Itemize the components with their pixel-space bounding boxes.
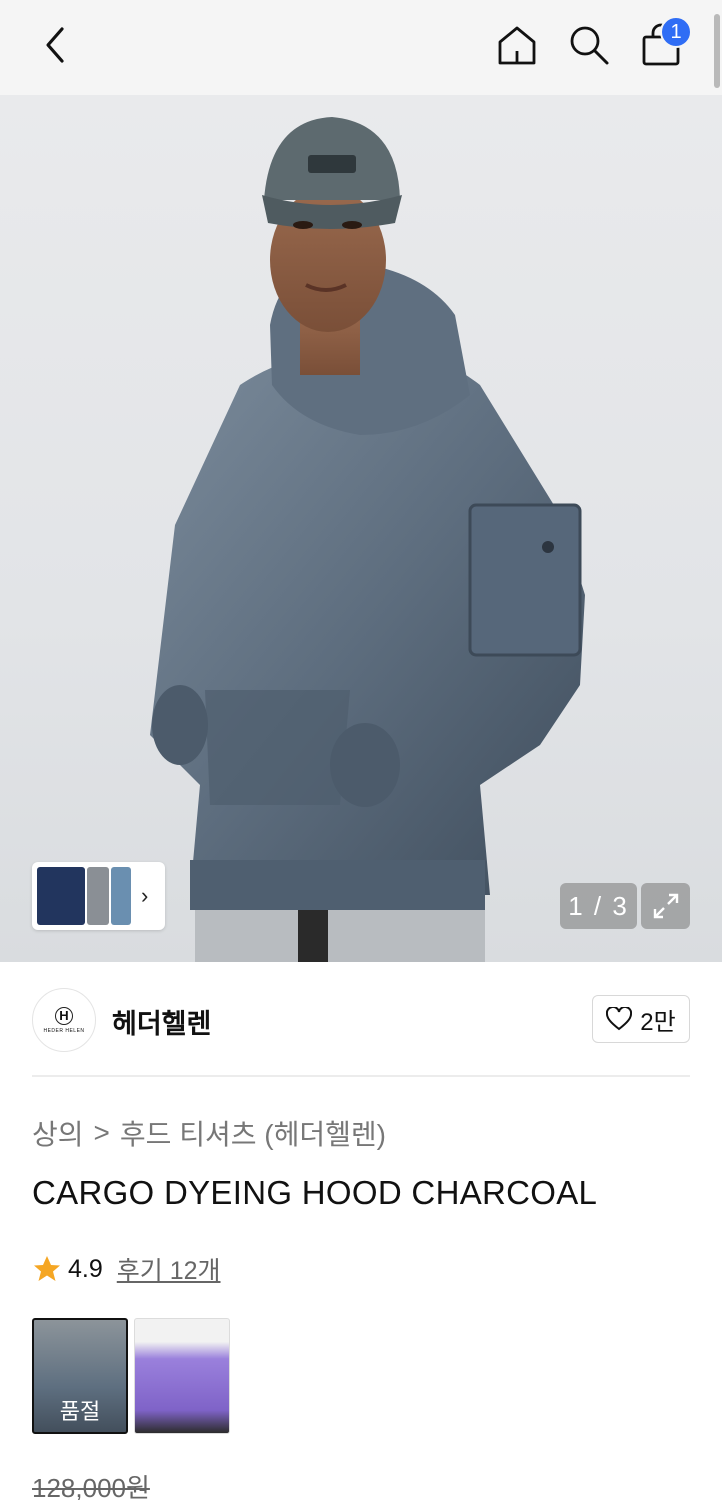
cart-count-badge: 1 bbox=[660, 16, 692, 48]
breadcrumb-category[interactable]: 상의 bbox=[32, 1113, 84, 1153]
color-options: 품절 bbox=[32, 1318, 230, 1434]
back-button[interactable] bbox=[28, 18, 82, 72]
home-button[interactable] bbox=[490, 18, 544, 72]
thumbnail-image[interactable] bbox=[37, 867, 85, 925]
product-image-gallery[interactable]: › 1 / 3 bbox=[0, 95, 722, 962]
heart-icon bbox=[606, 1007, 633, 1031]
breadcrumb-subcategory[interactable]: 후드 티셔츠 (헤더헬렌) bbox=[120, 1113, 386, 1153]
brand-monogram: H bbox=[55, 1006, 73, 1025]
color-option-charcoal[interactable]: 품절 bbox=[32, 1318, 128, 1434]
scrollbar[interactable] bbox=[714, 14, 720, 88]
review-count-link[interactable]: 후기 12개 bbox=[117, 1251, 221, 1287]
brand-logo[interactable]: H HEDER HELEN bbox=[32, 988, 96, 1052]
rating-row: 4.9 후기 12개 bbox=[32, 1251, 221, 1287]
brand-row: H HEDER HELEN 헤더헬렌 2만 bbox=[32, 988, 690, 1052]
breadcrumb: 상의 > 후드 티셔츠 (헤더헬렌) bbox=[32, 1113, 386, 1153]
star-icon bbox=[34, 1256, 60, 1281]
original-price: 128,000원 bbox=[32, 1473, 150, 1500]
sold-out-label: 품절 bbox=[59, 1399, 101, 1424]
thumbnail-strip[interactable]: › bbox=[32, 862, 165, 930]
brand-name[interactable]: 헤더헬렌 bbox=[112, 1002, 211, 1041]
divider bbox=[32, 1075, 690, 1077]
rating-score: 4.9 bbox=[68, 1254, 103, 1283]
home-icon bbox=[498, 26, 536, 65]
chevron-left-icon bbox=[46, 27, 64, 63]
product-title: CARGO DYEING HOOD CHARCOAL bbox=[32, 1174, 598, 1211]
color-option-purple[interactable] bbox=[134, 1318, 230, 1434]
product-photo bbox=[150, 117, 585, 962]
chevron-right-icon[interactable]: › bbox=[141, 883, 148, 909]
thumbnail-image[interactable] bbox=[87, 867, 109, 925]
top-bar: 1 bbox=[0, 0, 722, 95]
cart-button[interactable]: 1 bbox=[634, 16, 692, 72]
image-counter: 1 / 3 bbox=[560, 883, 637, 929]
search-button[interactable] bbox=[562, 18, 616, 72]
expand-icon bbox=[653, 893, 678, 919]
like-button[interactable]: 2만 bbox=[592, 995, 690, 1043]
brand-logo-text: HEDER HELEN bbox=[43, 1027, 85, 1034]
expand-button[interactable] bbox=[641, 883, 690, 929]
breadcrumb-separator: > bbox=[93, 1117, 110, 1148]
like-count: 2만 bbox=[640, 1008, 676, 1036]
thumbnail-image[interactable] bbox=[111, 867, 131, 925]
search-icon bbox=[570, 26, 609, 65]
